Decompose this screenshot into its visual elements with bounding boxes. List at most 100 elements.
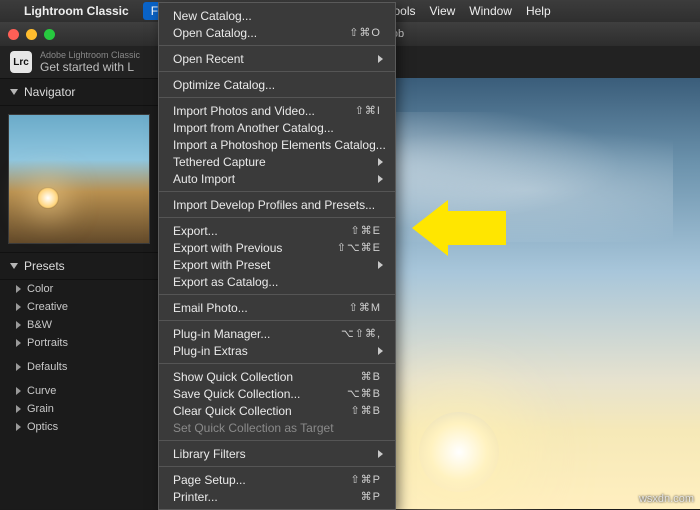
chevron-right-icon <box>16 405 21 413</box>
preset-label: Creative <box>27 301 68 313</box>
menu-item-label: Tethered Capture <box>173 155 381 169</box>
file-menu-item[interactable]: Export...⇧⌘E <box>159 222 395 239</box>
watermark-label: wsxdn.com <box>639 493 694 505</box>
menu-view[interactable]: View <box>429 4 455 18</box>
preset-creative[interactable]: Creative <box>0 298 160 316</box>
preset-label: Optics <box>27 421 58 433</box>
chevron-right-icon <box>378 158 383 166</box>
preset-portraits[interactable]: Portraits <box>0 334 160 352</box>
app-name: Lightroom Classic <box>24 4 129 18</box>
menu-item-label: Open Recent <box>173 52 381 66</box>
lrc-logo-icon: Lrc <box>10 51 32 73</box>
file-menu-item[interactable]: Plug-in Manager...⌥⇧⌘, <box>159 325 395 342</box>
file-menu-item[interactable]: Optimize Catalog... <box>159 76 395 93</box>
menu-item-label: Library Filters <box>173 447 381 461</box>
menu-window[interactable]: Window <box>469 4 512 18</box>
file-menu-item[interactable]: Page Setup...⇧⌘P <box>159 471 395 488</box>
file-menu-item[interactable]: Auto Import <box>159 170 395 187</box>
file-menu-item[interactable]: Clear Quick Collection⇧⌘B <box>159 402 395 419</box>
menu-shortcut: ⇧⌥⌘E <box>337 241 381 254</box>
menu-item-label: Optimize Catalog... <box>173 78 381 92</box>
chevron-right-icon <box>378 347 383 355</box>
menu-item-label: Plug-in Manager... <box>173 327 341 341</box>
chevron-right-icon <box>378 450 383 458</box>
navigator-panel-header[interactable]: Navigator <box>0 78 160 106</box>
menu-item-label: Import Develop Profiles and Presets... <box>173 198 381 212</box>
menu-item-label: Show Quick Collection <box>173 370 361 384</box>
menu-item-label: Auto Import <box>173 172 381 186</box>
file-menu-dropdown: New Catalog...Open Catalog...⇧⌘OOpen Rec… <box>158 2 396 510</box>
menu-item-label: Export as Catalog... <box>173 275 381 289</box>
menu-item-label: Set Quick Collection as Target <box>173 421 381 435</box>
file-menu-item[interactable]: New Catalog... <box>159 7 395 24</box>
close-icon[interactable] <box>8 29 19 40</box>
left-sidebar: Navigator Presets Color Creative B&W Por… <box>0 78 160 509</box>
file-menu-item[interactable]: Tethered Capture <box>159 153 395 170</box>
file-menu-item[interactable]: Printer...⌘P <box>159 488 395 505</box>
preset-grain[interactable]: Grain <box>0 400 160 418</box>
file-menu-item[interactable]: Library Filters <box>159 445 395 462</box>
file-menu-item[interactable]: Export with Preset <box>159 256 395 273</box>
chevron-right-icon <box>378 55 383 63</box>
menu-help[interactable]: Help <box>526 4 551 18</box>
preset-color[interactable]: Color <box>0 280 160 298</box>
file-menu-item[interactable]: Import a Photoshop Elements Catalog... <box>159 136 395 153</box>
preset-label: Defaults <box>27 361 67 373</box>
menu-item-label: Export with Preset <box>173 258 381 272</box>
chevron-right-icon <box>16 285 21 293</box>
brand-label: Adobe Lightroom Classic <box>40 50 140 60</box>
welcome-label: Get started with L <box>40 60 140 74</box>
file-menu-item[interactable]: Open Catalog...⇧⌘O <box>159 24 395 41</box>
zoom-icon[interactable] <box>44 29 55 40</box>
chevron-right-icon <box>16 321 21 329</box>
chevron-right-icon <box>378 261 383 269</box>
menu-item-label: Email Photo... <box>173 301 349 315</box>
preset-bw[interactable]: B&W <box>0 316 160 334</box>
file-menu-item[interactable]: Plug-in Extras <box>159 342 395 359</box>
menu-shortcut: ⌥⇧⌘, <box>341 327 381 340</box>
file-menu-item[interactable]: Import Develop Profiles and Presets... <box>159 196 395 213</box>
presets-panel-header[interactable]: Presets <box>0 252 160 280</box>
menu-shortcut: ⇧⌘I <box>355 104 381 117</box>
file-menu-item[interactable]: Import from Another Catalog... <box>159 119 395 136</box>
minimize-icon[interactable] <box>26 29 37 40</box>
menu-item-label: Save Quick Collection... <box>173 387 347 401</box>
menu-item-label: New Catalog... <box>173 9 381 23</box>
file-menu-item[interactable]: Save Quick Collection...⌥⌘B <box>159 385 395 402</box>
menu-item-label: Import from Another Catalog... <box>173 121 381 135</box>
window-controls <box>8 29 55 40</box>
menu-shortcut: ⇧⌘P <box>350 473 381 486</box>
menu-shortcut: ⇧⌘E <box>350 224 381 237</box>
menu-shortcut: ⌘B <box>361 370 381 383</box>
file-menu-item[interactable]: Import Photos and Video...⇧⌘I <box>159 102 395 119</box>
navigator-label: Navigator <box>24 85 75 99</box>
sun-decor <box>419 412 499 492</box>
menu-item-label: Plug-in Extras <box>173 344 381 358</box>
menu-item-label: Page Setup... <box>173 473 350 487</box>
file-menu-item[interactable]: Export as Catalog... <box>159 273 395 290</box>
chevron-right-icon <box>16 423 21 431</box>
chevron-right-icon <box>16 303 21 311</box>
file-menu-item[interactable]: Export with Previous⇧⌥⌘E <box>159 239 395 256</box>
preset-optics[interactable]: Optics <box>0 418 160 436</box>
presets-label: Presets <box>24 259 65 273</box>
preset-defaults[interactable]: Defaults <box>0 358 160 376</box>
menu-item-label: Open Catalog... <box>173 26 349 40</box>
chevron-right-icon <box>16 387 21 395</box>
menu-item-label: Import Photos and Video... <box>173 104 355 118</box>
menu-item-label: Export... <box>173 224 350 238</box>
triangle-down-icon <box>10 89 18 95</box>
menu-item-label: Clear Quick Collection <box>173 404 350 418</box>
file-menu-item[interactable]: Open Recent <box>159 50 395 67</box>
menu-item-label: Printer... <box>173 490 361 504</box>
chevron-right-icon <box>16 363 21 371</box>
preset-curve[interactable]: Curve <box>0 382 160 400</box>
chevron-right-icon <box>16 339 21 347</box>
file-menu-item: Set Quick Collection as Target <box>159 419 395 436</box>
menu-item-label: Import a Photoshop Elements Catalog... <box>173 138 386 152</box>
navigator-thumbnail[interactable] <box>8 114 150 244</box>
file-menu-item[interactable]: Show Quick Collection⌘B <box>159 368 395 385</box>
file-menu-item[interactable]: Email Photo...⇧⌘M <box>159 299 395 316</box>
menu-item-label: Export with Previous <box>173 241 337 255</box>
menu-shortcut: ⇧⌘O <box>349 26 381 39</box>
